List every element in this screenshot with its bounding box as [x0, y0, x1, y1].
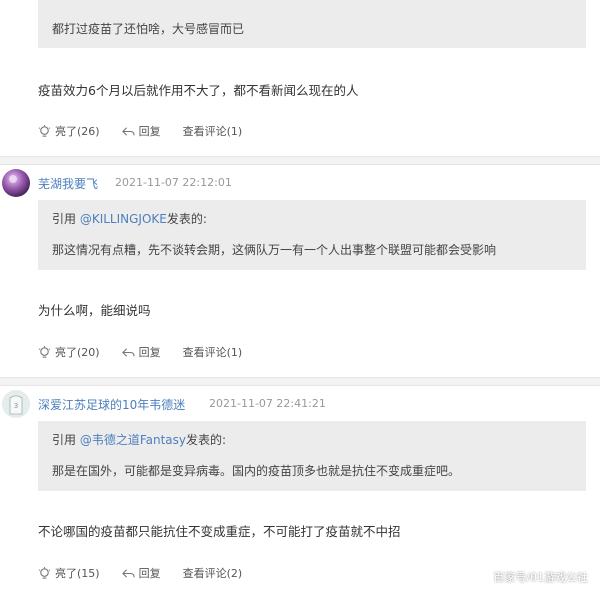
reply-button[interactable]: 回复 [121, 344, 161, 360]
svg-text:3: 3 [14, 402, 18, 410]
comment-thread: 都打过疫苗了还怕啥，大号感冒而已 疫苗效力6个月以后就作用不大了，都不看新闻么现… [0, 0, 600, 597]
divider [0, 377, 600, 386]
quote-box: 引用 @韦德之道Fantasy发表的: 那是在国外，可能都是变异病毒。国内的疫苗… [38, 421, 586, 491]
timestamp: 2021-11-07 22:12:01 [115, 176, 232, 189]
like-button[interactable]: 亮了(20) [38, 344, 100, 360]
light-bulb-icon [38, 124, 51, 137]
quote-suffix: 发表的: [166, 212, 207, 226]
quote-box: 都打过疫苗了还怕啥，大号感冒而已 [38, 0, 586, 48]
username[interactable]: 芜湖我要飞 [38, 175, 98, 192]
divider [0, 156, 600, 165]
reply-button[interactable]: 回复 [121, 123, 161, 139]
reply-arrow-icon [121, 347, 135, 357]
quote-suffix: 发表的: [186, 433, 227, 447]
quote-box: 引用 @KILLINGJOKE发表的: 那这情况有点糟，先不谈转会期，这俩队万一… [38, 200, 586, 270]
action-bar: 亮了(26) 回复 查看评论(1) [38, 123, 264, 139]
quote-body: 那是在国外，可能都是变异病毒。国内的疫苗顶多也就是抗住不变成重症吧。 [52, 464, 461, 478]
avatar[interactable] [2, 169, 30, 197]
watermark: 百家号/01游戏公社 [493, 571, 588, 584]
quote-header: 引用 @KILLINGJOKE发表的: [52, 210, 207, 227]
comment-header: 3 深爱江苏足球的10年韦德迷 2021-11-07 22:41:21 [0, 386, 600, 422]
reply-arrow-icon [121, 568, 135, 578]
reply-text: 为什么啊，能细说吗 [38, 303, 151, 318]
timestamp: 2021-11-07 22:41:21 [209, 397, 326, 410]
reply-text: 疫苗效力6个月以后就作用不大了，都不看新闻么现在的人 [38, 83, 359, 98]
view-comments-link[interactable]: 查看评论(1) [183, 344, 243, 360]
action-bar: 亮了(20) 回复 查看评论(1) [38, 344, 264, 360]
reply-label: 回复 [138, 567, 161, 580]
view-comments-label: 查看评论(1) [182, 346, 243, 359]
reply-label: 回复 [138, 125, 161, 138]
avatar[interactable]: 3 [2, 390, 30, 418]
username[interactable]: 深爱江苏足球的10年韦德迷 [38, 396, 185, 413]
quote-prefix: 引用 [52, 212, 80, 226]
view-comments-label: 查看评论(2) [182, 567, 243, 580]
reply-label: 回复 [138, 346, 161, 359]
like-count: 亮了(26) [55, 125, 100, 138]
quote-body: 都打过疫苗了还怕啥，大号感冒而已 [52, 22, 245, 36]
light-bulb-icon [38, 566, 51, 579]
comment-header: 芜湖我要飞 2021-11-07 22:12:01 [0, 165, 600, 201]
view-comments-link[interactable]: 查看评论(1) [183, 123, 243, 139]
quote-header: 引用 @韦德之道Fantasy发表的: [52, 431, 226, 448]
like-count: 亮了(20) [55, 346, 100, 359]
action-bar: 亮了(15) 回复 查看评论(2) [38, 565, 264, 581]
reply-arrow-icon [121, 126, 135, 136]
quote-body: 那这情况有点糟，先不谈转会期，这俩队万一有一个人出事整个联盟可能都会受影响 [52, 243, 497, 257]
view-comments-link[interactable]: 查看评论(2) [183, 565, 243, 581]
like-count: 亮了(15) [55, 567, 100, 580]
reply-text: 不论哪国的疫苗都只能抗住不变成重症，不可能打了疫苗就不中招 [38, 524, 401, 539]
quote-prefix: 引用 [52, 433, 80, 447]
light-bulb-icon [38, 345, 51, 358]
like-button[interactable]: 亮了(26) [38, 123, 100, 139]
like-button[interactable]: 亮了(15) [38, 565, 100, 581]
view-comments-label: 查看评论(1) [182, 125, 243, 138]
quoted-user-link[interactable]: @韦德之道Fantasy [80, 433, 186, 447]
reply-button[interactable]: 回复 [121, 565, 161, 581]
quoted-user-link[interactable]: @KILLINGJOKE [80, 212, 167, 226]
